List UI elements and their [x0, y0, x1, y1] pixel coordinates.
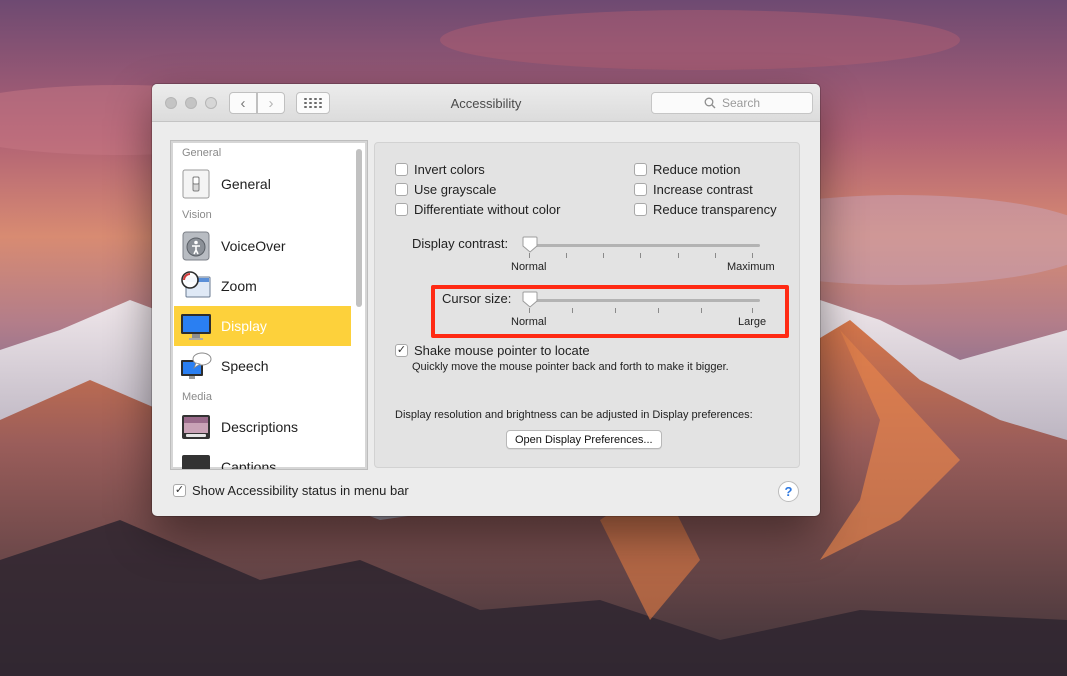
- contrast-min-label: Normal: [511, 261, 547, 273]
- sidebar-item-label: Descriptions: [221, 419, 299, 435]
- sidebar-item-descriptions[interactable]: Descriptions: [174, 407, 351, 447]
- open-display-preferences-button[interactable]: Open Display Preferences...: [506, 430, 662, 449]
- show-status-checkbox[interactable]: ✓ Show Accessibility status in menu bar: [173, 483, 409, 498]
- contrast-max-label: Maximum: [727, 261, 775, 273]
- checkbox-box: [395, 183, 408, 196]
- sidebar-item-zoom[interactable]: Zoom: [174, 266, 351, 306]
- increase-contrast-checkbox[interactable]: Increase contrast: [634, 182, 753, 197]
- reduce-transparency-checkbox[interactable]: Reduce transparency: [634, 202, 777, 217]
- use-grayscale-checkbox[interactable]: Use grayscale: [395, 182, 496, 197]
- category-sidebar: General General Vision VoiceOver Zoom Di…: [170, 140, 368, 470]
- sidebar-group-general: General: [182, 147, 222, 159]
- checkbox-label: Differentiate without color: [414, 202, 561, 217]
- help-button[interactable]: ?: [778, 481, 799, 502]
- help-icon: ?: [784, 484, 793, 499]
- captions-icon: [182, 455, 210, 469]
- speech-icon: [181, 352, 212, 379]
- checkbox-label: Use grayscale: [414, 182, 497, 197]
- slider-knob[interactable]: [522, 236, 538, 253]
- shake-pointer-checkbox[interactable]: ✓ Shake mouse pointer to locate: [395, 343, 590, 358]
- checkbox-label: Reduce motion: [653, 162, 741, 177]
- switch-icon: [182, 169, 210, 199]
- voiceover-icon: [182, 231, 210, 261]
- checkbox-box: [634, 183, 647, 196]
- slider-track: [524, 299, 760, 302]
- sidebar-item-general[interactable]: General: [174, 164, 351, 204]
- sidebar-item-label: General: [221, 176, 271, 192]
- search-icon: [704, 97, 716, 109]
- cursor-min-label: Normal: [511, 316, 547, 328]
- monitor-icon: [181, 314, 211, 340]
- preferences-window: ‹ › Accessibility Search General General…: [152, 84, 820, 516]
- resolution-note: Display resolution and brightness can be…: [395, 409, 753, 421]
- checkbox-label: Reduce transparency: [653, 202, 777, 217]
- display-contrast-label: Display contrast:: [412, 236, 509, 251]
- sidebar-scrollbar[interactable]: [356, 149, 362, 307]
- sidebar-group-vision: Vision: [182, 209, 212, 221]
- sidebar-item-label: Display: [221, 318, 267, 334]
- sidebar-group-media: Media: [182, 391, 212, 403]
- checkbox-label: Increase contrast: [653, 182, 753, 197]
- title-bar: ‹ › Accessibility Search: [152, 84, 820, 122]
- checkbox-box: [634, 203, 647, 216]
- checkbox-box: ✓: [395, 344, 408, 357]
- invert-colors-checkbox[interactable]: Invert colors: [395, 162, 485, 177]
- search-placeholder: Search: [721, 96, 761, 110]
- checkbox-box: [634, 163, 647, 176]
- checkbox-label: Invert colors: [414, 162, 485, 177]
- checkbox-box: [395, 203, 408, 216]
- differentiate-without-color-checkbox[interactable]: Differentiate without color: [395, 202, 560, 217]
- slider-knob[interactable]: [522, 291, 538, 308]
- slider-track: [524, 244, 760, 247]
- sidebar-item-label: Speech: [221, 358, 269, 374]
- magnifier-icon: [181, 271, 211, 298]
- checkbox-label: Show Accessibility status in menu bar: [192, 483, 409, 498]
- sidebar-item-label: Zoom: [221, 278, 257, 294]
- sidebar-item-label: VoiceOver: [221, 238, 286, 254]
- sidebar-item-display[interactable]: Display: [174, 306, 351, 346]
- checkbox-label: Shake mouse pointer to locate: [414, 343, 590, 358]
- descriptions-icon: [182, 415, 210, 439]
- checkbox-box: [395, 163, 408, 176]
- reduce-motion-checkbox[interactable]: Reduce motion: [634, 162, 740, 177]
- cursor-max-label: Large: [738, 316, 767, 328]
- search-field[interactable]: Search: [651, 92, 813, 114]
- shake-pointer-description: Quickly move the mouse pointer back and …: [412, 361, 729, 373]
- sidebar-item-captions[interactable]: Captions: [174, 447, 351, 470]
- cursor-size-label: Cursor size:: [442, 291, 512, 306]
- sidebar-item-speech[interactable]: Speech: [174, 346, 351, 386]
- checkbox-box: ✓: [173, 484, 186, 497]
- sidebar-item-label: Captions: [221, 459, 277, 470]
- sidebar-item-voiceover[interactable]: VoiceOver: [174, 226, 351, 266]
